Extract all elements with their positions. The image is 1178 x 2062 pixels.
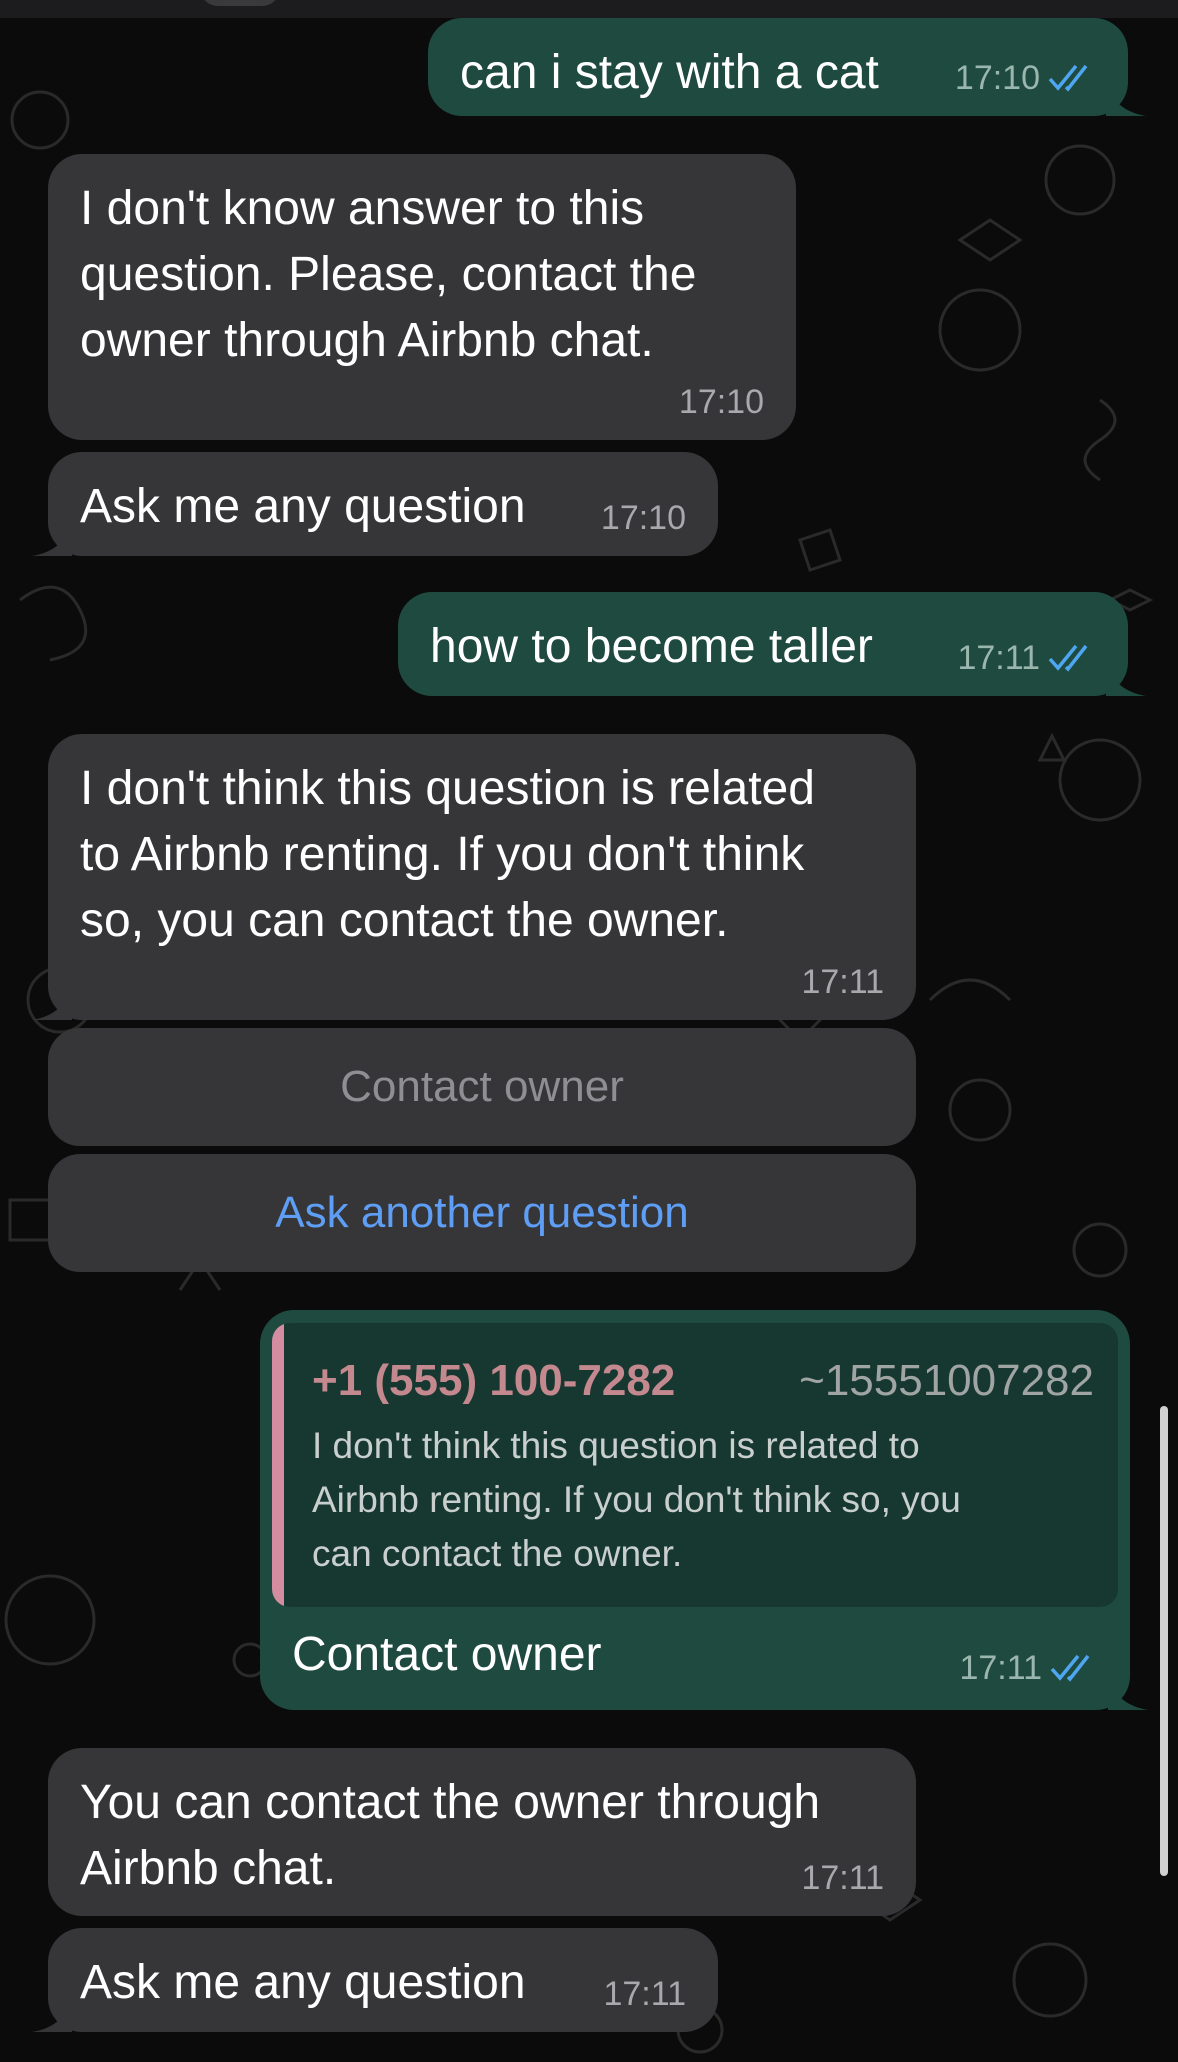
message-incoming[interactable]: I don't know answer to this question. Pl… (48, 154, 796, 440)
message-time: 17:11 (801, 963, 884, 1001)
message-meta: 17:11 (603, 1974, 686, 2014)
message-meta: 17:10 (601, 498, 686, 538)
ask-another-question-button[interactable]: Ask another question (48, 1154, 916, 1272)
bubble-tail (32, 1992, 72, 2032)
message-time: 17:10 (600, 499, 686, 537)
message-outgoing[interactable]: can i stay with a cat 17:10 (428, 18, 1146, 116)
message-time: 17:10 (954, 59, 1040, 97)
reply-quote-name: +1 (555) 100-7282 (312, 1356, 676, 1405)
message-incoming[interactable]: I don't think this question is related t… (32, 734, 916, 1020)
double-check-icon (1050, 1654, 1090, 1682)
bubble-tail (32, 980, 72, 1020)
message-incoming[interactable]: Ask me any question 17:11 (32, 1928, 718, 2032)
scrollbar[interactable] (1160, 1406, 1168, 1876)
message-meta: 17:10 (955, 58, 1096, 98)
message-meta: 17:11 (959, 1648, 1098, 1688)
reply-quote-handle: ~15551007282 (799, 1356, 1094, 1405)
message-meta: 17:10 (679, 382, 764, 422)
message-time: 17:11 (603, 1975, 686, 2013)
bubble-tail (1106, 656, 1146, 696)
button-label: Ask another question (275, 1188, 689, 1237)
bubble-tail (32, 516, 72, 556)
top-strip (0, 0, 1178, 18)
message-text: Ask me any question (80, 1956, 526, 2009)
reply-quote-accent-bar (272, 1323, 284, 1607)
message-outgoing[interactable]: how to become taller 17:11 (398, 592, 1146, 696)
message-incoming[interactable]: You can contact the owner through Airbnb… (48, 1748, 916, 1916)
chat-view[interactable]: can i stay with a cat 17:10 I don't know… (0, 0, 1178, 2062)
double-check-icon (1048, 644, 1088, 672)
bubble-tail (1106, 76, 1146, 116)
button-label: Contact owner (340, 1062, 624, 1111)
reply-quote-text: I don't think this question is related t… (312, 1425, 961, 1574)
message-time: 17:11 (957, 639, 1040, 677)
message-incoming[interactable]: Ask me any question 17:10 (32, 452, 718, 556)
reply-quote[interactable]: +1 (555) 100-7282 ~15551007282 I don't t… (272, 1323, 1118, 1607)
message-meta: 17:11 (957, 638, 1096, 678)
message-time: 17:11 (959, 1649, 1042, 1687)
message-time: 17:11 (801, 1859, 884, 1897)
message-text: You can contact the owner through Airbnb… (80, 1776, 821, 1895)
message-text: Ask me any question (80, 480, 526, 533)
double-check-icon (1048, 64, 1088, 92)
message-text: I don't think this question is related t… (80, 762, 815, 947)
message-meta: 17:11 (801, 962, 884, 1002)
message-time: 17:10 (678, 383, 764, 421)
contact-owner-button[interactable]: Contact owner (48, 1028, 916, 1146)
message-meta: 17:11 (801, 1858, 884, 1898)
message-text: Contact owner (292, 1628, 602, 1681)
message-text: I don't know answer to this question. Pl… (80, 182, 697, 367)
bubble-tail (1108, 1670, 1148, 1710)
